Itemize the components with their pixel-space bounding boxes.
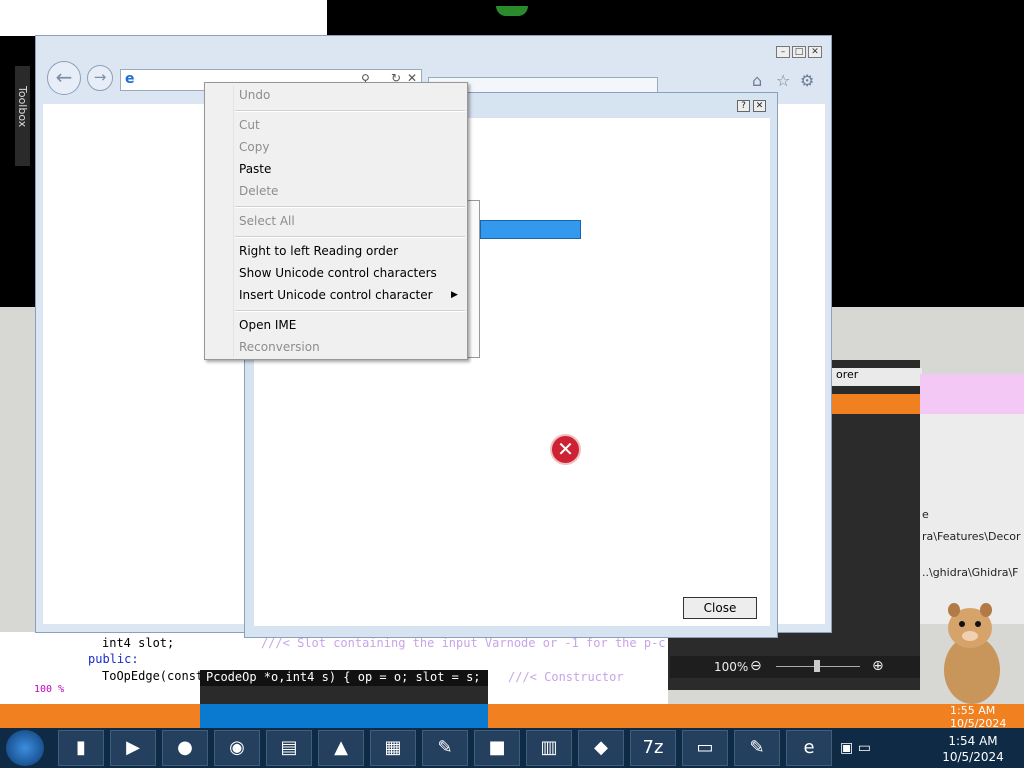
error-icon: ✕ bbox=[550, 434, 581, 465]
visual-studio-icon[interactable]: ◆ bbox=[578, 730, 624, 766]
context-menu: Undo Cut Copy Paste Delete Select All Ri… bbox=[204, 82, 468, 360]
background-blue-block bbox=[200, 704, 488, 728]
menu-item-rtl[interactable]: Right to left Reading order bbox=[239, 244, 398, 258]
paint-brush-icon[interactable]: ✎ bbox=[734, 730, 780, 766]
code-line-3: ToOpEdge(const bbox=[102, 669, 204, 683]
explorer-header: orer bbox=[832, 368, 922, 386]
winamp-icon[interactable]: ▲ bbox=[318, 730, 364, 766]
installer-icon[interactable]: ■ bbox=[474, 730, 520, 766]
menu-item-copy[interactable]: Copy bbox=[239, 140, 269, 154]
ie-page-icon: e bbox=[125, 71, 135, 87]
back-arrow-icon: ← bbox=[55, 65, 73, 89]
menu-item-delete[interactable]: Delete bbox=[239, 184, 278, 198]
top-indicator bbox=[496, 6, 528, 16]
menu-item-cut[interactable]: Cut bbox=[239, 118, 260, 132]
overlay-comment-text: ///< Constructor bbox=[508, 670, 624, 684]
detail-letter: e bbox=[922, 508, 929, 521]
paint-icon[interactable]: ✎ bbox=[422, 730, 468, 766]
home-icon[interactable]: ⌂ bbox=[752, 71, 762, 90]
toolbox-tab[interactable]: Toolbox bbox=[15, 66, 30, 166]
hamster-mascot-icon bbox=[944, 603, 1000, 704]
explorer-zoom-bar: 100% ⊖ ⊕ bbox=[670, 656, 920, 678]
notepad-icon[interactable]: ▤ bbox=[266, 730, 312, 766]
menu-item-paste[interactable]: Paste bbox=[239, 162, 271, 176]
menu-separator bbox=[235, 206, 465, 208]
clock-time: 1:54 AM bbox=[948, 734, 998, 748]
remote-desktop-icon[interactable]: ▭ bbox=[682, 730, 728, 766]
tray-monitor-icon[interactable]: ▭ bbox=[858, 740, 871, 756]
firefox-icon[interactable]: ◉ bbox=[214, 730, 260, 766]
ie-icon[interactable]: e bbox=[786, 730, 832, 766]
selection-bar bbox=[480, 220, 581, 239]
menu-item-undo[interactable]: Undo bbox=[239, 88, 270, 102]
code-line-2: public: bbox=[88, 652, 139, 666]
code-comment: ///< Slot containing the input Varnode o… bbox=[260, 636, 666, 650]
explorer-highlight bbox=[832, 394, 922, 414]
forward-arrow-icon: → bbox=[93, 68, 107, 86]
maximize-button[interactable]: □ bbox=[792, 46, 806, 58]
menu-separator bbox=[235, 236, 465, 238]
terminal-icon[interactable]: ▮ bbox=[58, 730, 104, 766]
window-close-button[interactable]: ✕ bbox=[808, 46, 822, 58]
toolbox-label: Toolbox bbox=[16, 86, 29, 128]
menu-item-select-all[interactable]: Select All bbox=[239, 214, 295, 228]
7zip-icon[interactable]: 7z bbox=[630, 730, 676, 766]
menu-separator bbox=[235, 110, 465, 112]
editor-zoom[interactable]: 100 % bbox=[34, 684, 64, 695]
zoom-in-icon[interactable]: ⊕ bbox=[872, 658, 884, 674]
minimize-button[interactable]: – bbox=[776, 46, 790, 58]
overlay-comment: ///< Constructor bbox=[508, 670, 624, 684]
background-window-fragment bbox=[0, 0, 327, 36]
photo-icon[interactable]: ▦ bbox=[370, 730, 416, 766]
submenu-arrow-icon: ▶ bbox=[451, 290, 458, 300]
network-icon[interactable]: ● bbox=[162, 730, 208, 766]
glitch-bar bbox=[920, 374, 1024, 414]
taskbar-clock[interactable]: 1:54 AM 10/5/2024 bbox=[942, 730, 1004, 766]
code-line-1: int4 slot; ///< Slot containing the inpu… bbox=[102, 636, 666, 650]
inner-dialog-edge bbox=[466, 200, 480, 358]
zoom-out-icon[interactable]: ⊖ bbox=[750, 658, 762, 674]
close-button[interactable]: Close bbox=[683, 597, 757, 619]
menu-gutter bbox=[233, 85, 234, 357]
clock-date: 10/5/2024 bbox=[942, 750, 1004, 764]
start-button[interactable] bbox=[6, 730, 44, 766]
code-text: int4 slot; bbox=[102, 636, 175, 650]
gear-icon[interactable]: ⚙ bbox=[800, 71, 814, 90]
menu-item-insert-unicode[interactable]: Insert Unicode control character bbox=[239, 288, 433, 302]
menu-item-open-ime[interactable]: Open IME bbox=[239, 318, 296, 332]
code-overlay: PcodeOp *o,int4 s) { op = o; slot = s; } bbox=[200, 670, 495, 704]
back-button[interactable]: ← bbox=[47, 61, 81, 95]
explorer-zoom-value: 100% bbox=[714, 660, 749, 674]
menu-separator bbox=[235, 310, 465, 312]
text-editor-icon[interactable]: ▥ bbox=[526, 730, 572, 766]
menu-item-show-unicode[interactable]: Show Unicode control characters bbox=[239, 266, 437, 280]
overlay-code-text: PcodeOp *o,int4 s) { op = o; slot = s; } bbox=[206, 670, 495, 684]
system-tray: ▣ ▭ bbox=[840, 730, 940, 766]
star-icon[interactable]: ☆ bbox=[776, 71, 790, 90]
zoom-slider-thumb[interactable] bbox=[814, 660, 820, 672]
tray-network-icon[interactable]: ▣ bbox=[840, 740, 853, 756]
media-player-icon[interactable]: ▶ bbox=[110, 730, 156, 766]
help-icon[interactable]: ? bbox=[737, 100, 750, 112]
detail-path-2: ..\ghidra\Ghidra\F bbox=[922, 566, 1019, 579]
forward-button[interactable]: → bbox=[87, 65, 113, 91]
detail-path-1: ra\Features\Decor bbox=[922, 530, 1021, 543]
background-orange-bar bbox=[0, 704, 1024, 728]
dialog-close-icon[interactable]: ✕ bbox=[753, 100, 766, 112]
overlay-highlight bbox=[200, 686, 488, 704]
explorer-details: e ra\Features\Decor ..\ghidra\Ghidra\F bbox=[920, 414, 1024, 624]
menu-item-reconversion[interactable]: Reconversion bbox=[239, 340, 320, 354]
